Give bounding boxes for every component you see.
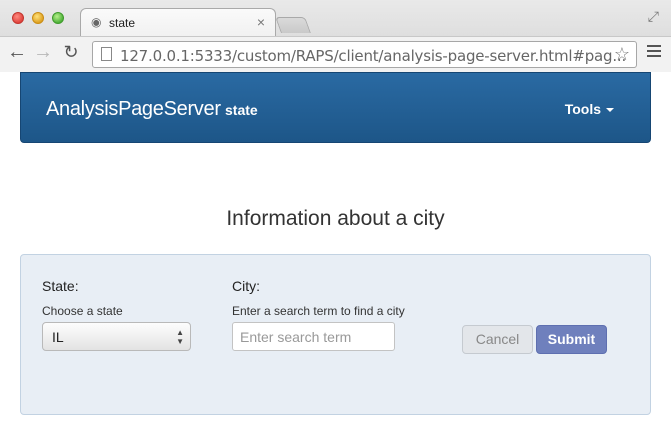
minimize-window-icon[interactable] [32, 12, 44, 24]
state-select[interactable]: IL ▲ ▼ [42, 322, 191, 351]
url-text[interactable]: 127.0.0.1:5333/custom/RAPS/client/analys… [120, 47, 626, 65]
brand-link[interactable]: AnalysisPageServer [46, 98, 221, 121]
form-panel: State: Choose a state IL ▲ ▼ City: Enter … [20, 254, 651, 415]
back-arrow-icon[interactable]: ← [6, 41, 28, 63]
maximize-window-icon[interactable] [52, 12, 64, 24]
city-search-input[interactable] [232, 322, 395, 351]
tab-close-icon[interactable]: × [257, 14, 265, 30]
tools-label: Tools [564, 101, 601, 117]
bookmark-star-icon[interactable]: ☆ [614, 44, 630, 65]
submit-button[interactable]: Submit [536, 325, 607, 354]
state-select-value: IL [52, 329, 64, 345]
navbar-subtitle[interactable]: state [225, 102, 258, 118]
caret-down-icon [606, 108, 614, 113]
browser-toolbar: ← → ↻ 127.0.0.1:5333/custom/RAPS/client/… [0, 36, 671, 72]
favicon-icon: ◉ [91, 15, 102, 29]
select-arrows-icon: ▲ ▼ [176, 328, 184, 346]
state-label: State: [42, 278, 79, 294]
browser-chrome: ◉ state × ⤢ ← → ↻ 127.0.0.1:5333/custom/… [0, 0, 671, 72]
page-title: Information about a city [226, 207, 445, 230]
cancel-button[interactable]: Cancel [462, 325, 533, 354]
new-tab-button[interactable] [275, 17, 311, 33]
browser-tab[interactable]: ◉ state × [80, 8, 276, 36]
city-label: City: [232, 278, 260, 294]
app-navbar: AnalysisPageServer state Tools [20, 72, 651, 143]
tools-dropdown[interactable]: Tools [565, 101, 614, 117]
menu-icon[interactable] [647, 45, 661, 60]
close-window-icon[interactable] [12, 12, 24, 24]
address-bar[interactable]: 127.0.0.1:5333/custom/RAPS/client/analys… [92, 41, 637, 68]
page-icon [101, 47, 112, 61]
forward-arrow-icon[interactable]: → [32, 41, 54, 63]
fullscreen-icon[interactable]: ⤢ [648, 8, 659, 25]
state-help-text: Choose a state [42, 304, 123, 318]
reload-icon[interactable]: ↻ [60, 41, 82, 63]
city-help-text: Enter a search term to find a city [232, 304, 405, 318]
tab-title: state [109, 16, 136, 30]
